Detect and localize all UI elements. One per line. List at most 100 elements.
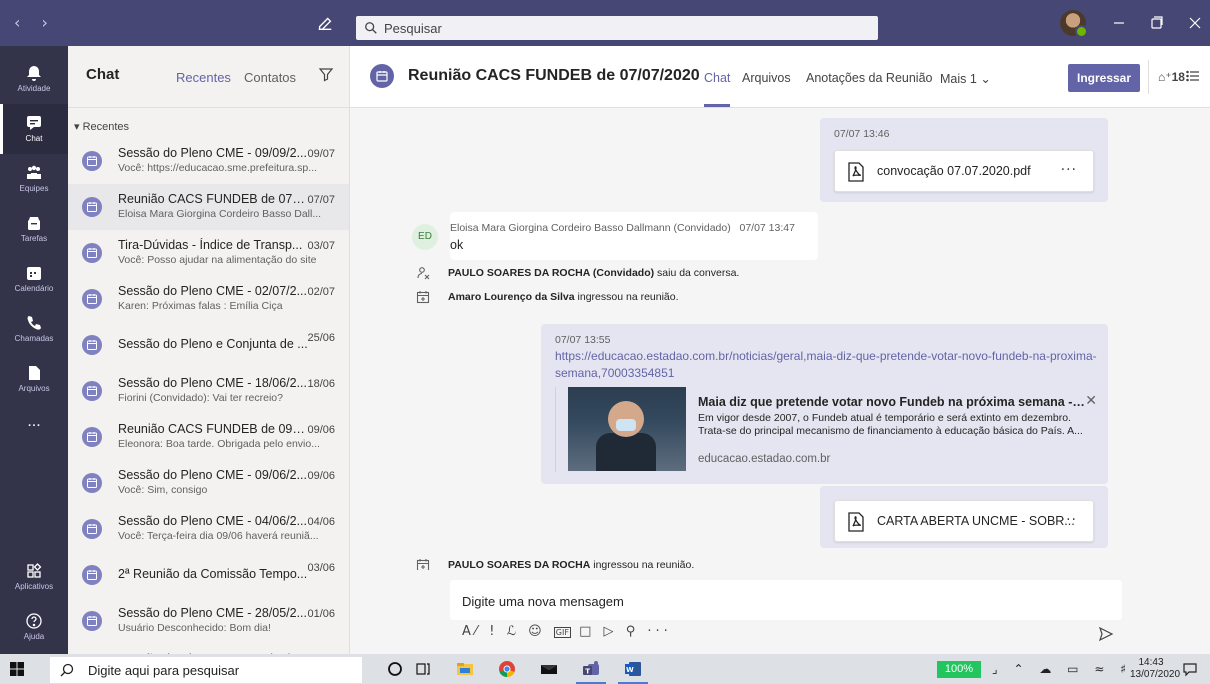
more-apps-icon[interactable]: ··· [647,624,671,639]
file-name: CARTA ABERTA UNCME - SOBR... [877,514,1075,528]
meeting-calendar-icon [82,197,102,217]
chat-list-item[interactable]: 2ª Reunião da Comissão Tempo... 03/06 [68,552,349,598]
chat-preview: Fiorini (Convidado): Vai ter recreio? [118,392,283,404]
event-text: ingressou na reunião. [590,558,695,570]
chat-preview: Usuário Desconhecido: Bom dia! [118,622,271,634]
mail-icon[interactable] [540,660,558,678]
message-input[interactable]: Digite uma nova mensagem [450,580,1122,620]
rail-more[interactable]: ... [0,404,68,454]
rail-files[interactable]: Arquivos [0,354,68,404]
meeting-calendar-icon [82,427,102,447]
chat-list-panel: Chat Recentes Contatos ▾ Recentes Sessão… [68,46,350,654]
rail-help[interactable]: Ajuda [0,602,68,652]
chat-list-header: Chat Recentes Contatos [68,46,349,108]
sticker-icon[interactable]: □ [579,624,595,639]
preview-domain: educacao.estadao.com.br [698,453,831,465]
taskbar-clock[interactable]: 14:43 13/07/2020 [1130,657,1181,681]
section-recentes[interactable]: ▾ Recentes [68,108,349,138]
join-button[interactable]: Ingressar [1068,64,1140,92]
battery-indicator[interactable]: 100% [937,661,981,678]
chat-list-item[interactable]: Sessão do Pleno CME - 28/05/2... 01/06 Usu… [68,598,349,644]
close-icon[interactable] [1186,14,1204,32]
chat-list-item[interactable]: Sessão do Pleno e Conjunta de ... 25/06 [68,322,349,368]
nav-arrows[interactable]: ‹ › [14,13,56,32]
emoji-icon[interactable]: ☺ [528,624,546,639]
user-avatar[interactable] [1060,10,1088,38]
chrome-icon[interactable] [498,660,516,678]
chat-name: Tira-Dúvidas - Índice de Transp... [118,238,303,252]
file-attachment[interactable]: convocação 07.07.2020.pdf ··· [834,150,1094,192]
rail-tasks[interactable]: Tarefas [0,204,68,254]
chat-list-item[interactable]: Sessão do Pleno CME - 26/05/2...26/05Voc… [68,644,349,654]
meeting-calendar-icon [82,335,102,355]
chat-list-item[interactable]: Sessão do Pleno CME - 09/06/2... 09/06 Voc… [68,460,349,506]
meeting-calendar-icon [82,381,102,401]
chat-list-item[interactable]: Sessão do Pleno CME - 02/07/2... 02/07 Kar… [68,276,349,322]
important-icon[interactable]: ! [489,624,498,639]
list-menu-icon[interactable] [1186,69,1200,83]
task-view-icon[interactable] [414,660,432,678]
system-tray[interactable]: ⌟ ⌃ ☁ ▭ ≈ ♯ [992,662,1132,676]
chat-name: Sessão do Pleno CME - 09/06/2... [118,468,307,482]
more-options-icon[interactable]: ··· [1061,162,1077,178]
search-input[interactable]: Pesquisar [356,16,878,40]
minimize-icon[interactable] [1110,14,1128,32]
participants-count: 18 [1171,70,1185,84]
chat-preview: Você: Posso ajudar na alimentação do sit… [118,254,317,266]
avatar[interactable]: ED [412,224,438,250]
meet-icon[interactable]: ▷ [604,624,618,639]
more-options-icon[interactable]: ··· [1061,512,1077,528]
tab-arquivos[interactable]: Arquivos [742,71,791,85]
tab-contatos[interactable]: Contatos [244,70,296,85]
taskbar-search-input[interactable]: Digite aqui para pesquisar [50,657,362,683]
new-chat-icon[interactable] [316,14,334,32]
rail-calls[interactable]: Chamadas [0,304,68,354]
chat-list-item[interactable]: Reunião CACS FUNDEB de 07/0... 07/07 Elois… [68,184,349,230]
participants-button[interactable]: ⌂⁺18 [1158,70,1185,84]
rail-chat[interactable]: Chat [0,104,68,154]
gif-icon[interactable]: GIF [553,627,571,638]
close-icon[interactable]: ✕ [1085,393,1097,409]
teams-taskbar-icon[interactable]: T [576,660,606,684]
rail-activity[interactable]: Atividade [0,54,68,104]
chat-list-item[interactable]: Sessão do Pleno CME - 18/06/2... 18/06 Fio… [68,368,349,414]
send-icon[interactable] [1098,626,1114,642]
filter-icon[interactable] [318,66,334,82]
chat-list-item[interactable]: Reunião CACS FUNDEB de 09/0... 09/06 Eleon… [68,414,349,460]
word-icon[interactable]: W [618,660,648,684]
meeting-calendar-icon [82,519,102,539]
tab-recentes[interactable]: Recentes [176,70,231,85]
tab-mais[interactable]: Mais 1 ⌄ [940,71,991,86]
message-link[interactable]: https://educacao.estadao.com.br/noticias… [555,348,1100,382]
rail-calendar[interactable]: Calendário [0,254,68,304]
message-text: ok [450,238,464,252]
tasks-icon [25,214,43,232]
conversation-area: 07/07 13:46 convocação 07.07.2020.pdf ··… [350,108,1210,570]
rail-teams[interactable]: Equipes [0,154,68,204]
chat-date: 01/06 [307,608,335,620]
attach-icon[interactable]: ℒ [507,624,520,639]
tab-chat[interactable]: Chat [704,71,730,85]
message-bubble: Eloisa Mara Giorgina Cordeiro Basso Dall… [450,212,818,260]
praise-icon[interactable]: ⚲ [626,624,640,639]
file-attachment[interactable]: CARTA ABERTA UNCME - SOBR... ··· [834,500,1094,542]
clock-date: 13/07/2020 [1130,669,1181,680]
chat-list-item[interactable]: Tira-Dúvidas - Índice de Transp... 03/07 V… [68,230,349,276]
link-preview-card[interactable]: Maia diz que pretende votar novo Fundeb … [555,387,1107,472]
cortana-icon[interactable] [386,660,404,678]
rail-apps[interactable]: Aplicativos [0,552,68,602]
system-event: Amaro Lourenço da Silva ingressou na reu… [416,290,679,304]
format-icon[interactable]: A⁄ [462,624,481,639]
system-event: PAULO SOARES DA ROCHA (Convidado) saiu d… [416,266,739,280]
notifications-icon[interactable] [1182,661,1198,677]
chat-name: Sessão do Pleno CME - 09/09/2... [118,146,307,160]
app-rail: Atividade Chat Equipes Tarefas Calendári… [0,46,68,654]
file-explorer-icon[interactable] [456,660,474,678]
chat-list-item[interactable]: Sessão do Pleno CME - 04/06/2... 04/06 Voc… [68,506,349,552]
chat-name: Sessão do Pleno CME - 04/06/2... [118,514,307,528]
windows-start-icon[interactable] [10,662,24,676]
tab-anotacoes[interactable]: Anotações da Reunião [806,71,932,85]
chat-list-item[interactable]: Sessão do Pleno CME - 09/09/2... 09/07 Voc… [68,138,349,184]
restore-icon[interactable] [1148,14,1166,32]
pdf-file-icon [847,162,865,182]
